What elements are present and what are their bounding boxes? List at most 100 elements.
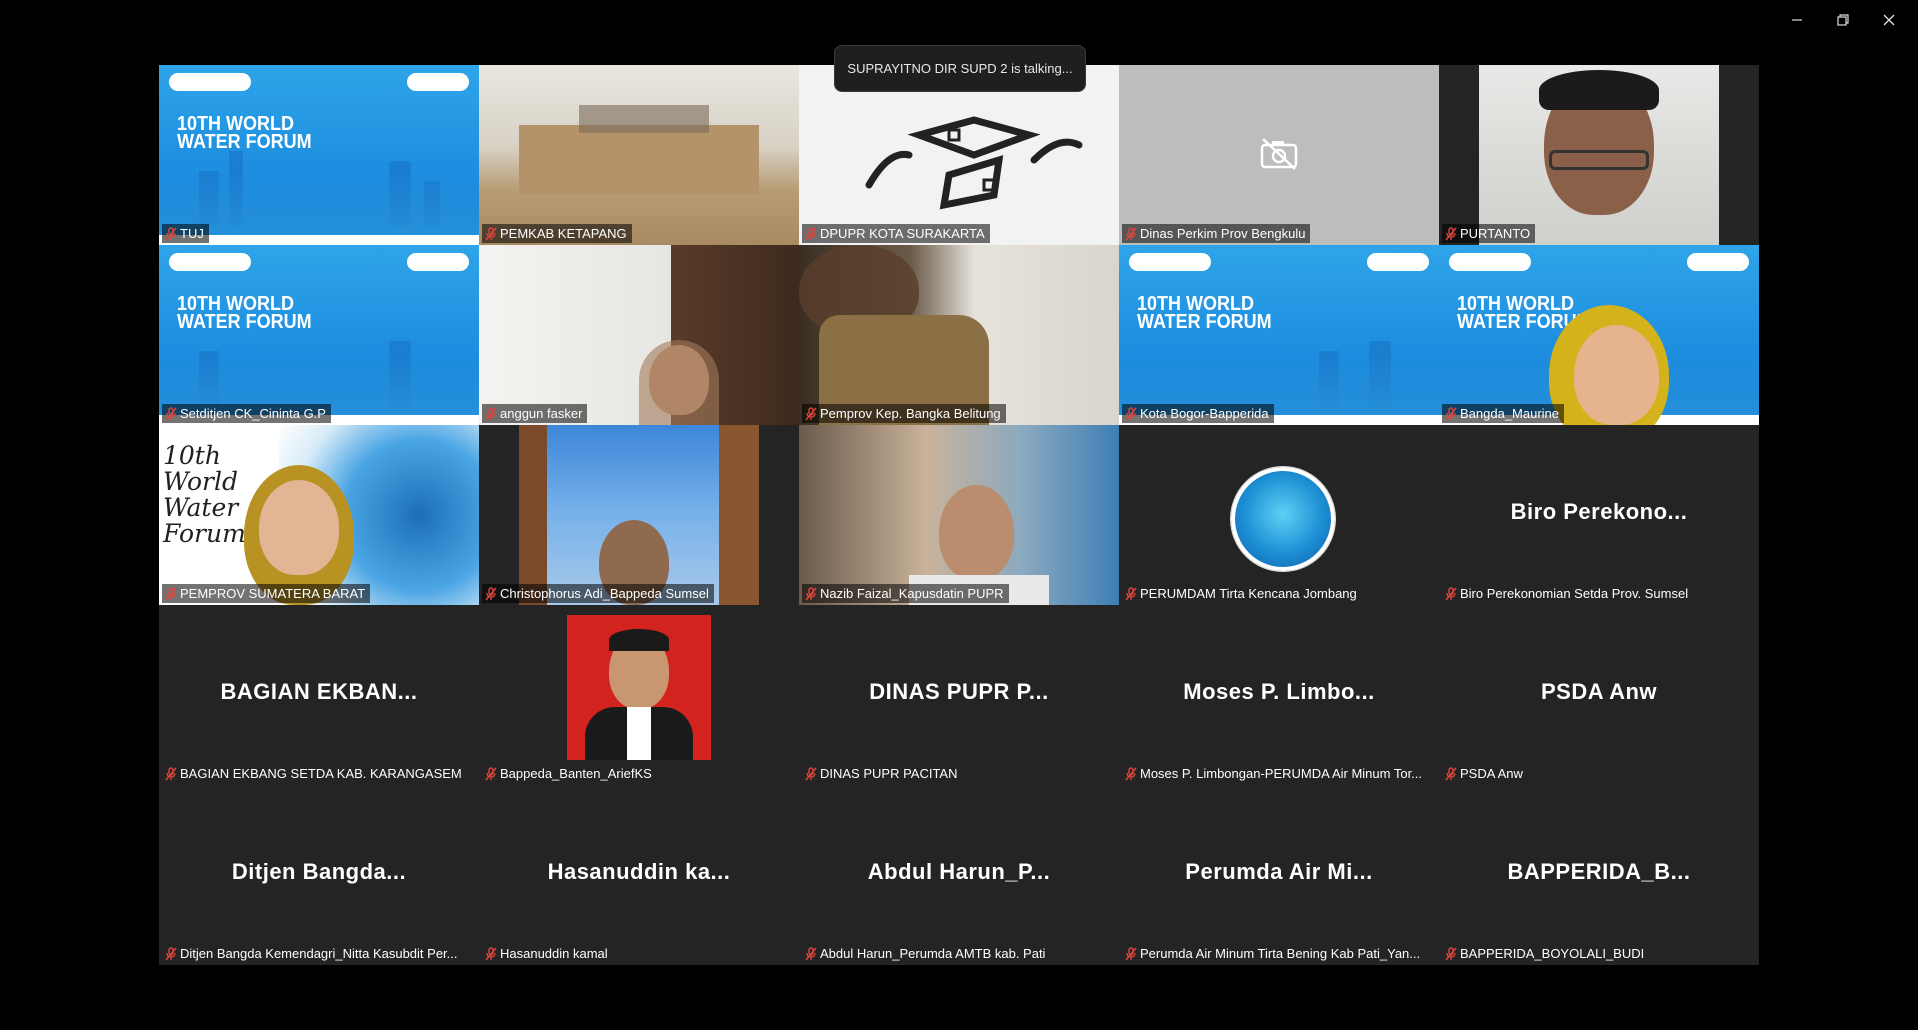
banner-title-2: WATER FORUM: [177, 131, 312, 153]
muted-mic-icon: [805, 226, 817, 241]
participant-tile[interactable]: Moses P. Limbo... Moses P. Limbongan-PER…: [1119, 605, 1439, 785]
muted-mic-icon: [165, 766, 177, 781]
muted-mic-icon: [805, 586, 817, 601]
participant-name-label: DINAS PUPR PACITAN: [802, 764, 962, 783]
participant-tile[interactable]: 10TH WORLD WATER FORUM TUJ: [159, 65, 479, 245]
participant-tile[interactable]: anggun fasker: [479, 245, 799, 425]
participant-tile[interactable]: Hasanuddin ka... Hasanuddin kamal: [479, 785, 799, 965]
participant-name-label: Christophorus Adi_Bappeda Sumsel: [482, 584, 714, 603]
participant-name-label: Bappeda_Banten_AriefKS: [482, 764, 657, 783]
video-gallery: 10TH WORLD WATER FORUM TUJ PEMKAB KETAPAN…: [159, 65, 1759, 965]
participant-name-label: anggun fasker: [482, 404, 588, 423]
participant-tile[interactable]: PERUMDAM Tirta Kencana Jombang: [1119, 425, 1439, 605]
participant-tile[interactable]: 10TH WORLD WATER FORUM Bangda_Maurine: [1439, 245, 1759, 425]
video-feed: [519, 425, 759, 605]
participant-tile[interactable]: Pemprov Kep. Bangka Belitung: [799, 245, 1119, 425]
wwf-banner: 10TH WORLD WATER FORUM: [159, 245, 479, 425]
participant-tile[interactable]: PSDA Anw PSDA Anw: [1439, 605, 1759, 785]
participant-tile[interactable]: Ditjen Bangda... Ditjen Bangda Kemendagr…: [159, 785, 479, 965]
participant-name-label: TUJ: [162, 224, 209, 243]
wwf-banner: 10TH WORLD WATER FORUM: [1119, 245, 1439, 425]
participant-tile[interactable]: 10TH WORLD WATER FORUM Setditjen CK_Cinin…: [159, 245, 479, 425]
muted-mic-icon: [1125, 586, 1137, 601]
participant-name-label: Perumda Air Minum Tirta Bening Kab Pati_…: [1122, 944, 1425, 963]
participant-name-label: Kota Bogor-Bapperida: [1122, 404, 1274, 423]
participant-tile[interactable]: Bappeda_Banten_AriefKS: [479, 605, 799, 785]
participant-display-name: Ditjen Bangda...: [231, 859, 407, 884]
dpupr-logo: [865, 116, 1083, 210]
muted-mic-icon: [485, 406, 497, 421]
muted-mic-icon: [1125, 226, 1137, 241]
muted-mic-icon: [485, 766, 497, 781]
muted-mic-icon: [1125, 406, 1137, 421]
restore-button[interactable]: [1820, 6, 1866, 34]
wwf-banner: 10TH WORLD WATER FORUM: [159, 65, 479, 245]
participant-name-label: Nazib Faizal_Kapusdatin PUPR: [802, 584, 1009, 603]
virtual-bg-text: 10th World Water Forum: [163, 441, 246, 548]
participant-name-label: BAGIAN EKBANG SETDA KAB. KARANGASEM: [162, 764, 467, 783]
participant-name-label: PERUMDAM Tirta Kencana Jombang: [1122, 584, 1362, 603]
participant-display-name: Abdul Harun_P...: [867, 859, 1051, 884]
muted-mic-icon: [165, 586, 177, 601]
participant-tile[interactable]: Abdul Harun_P... Abdul Harun_Perumda AMT…: [799, 785, 1119, 965]
muted-mic-icon: [165, 226, 177, 241]
active-speaker-text: SUPRAYITNO DIR SUPD 2 is talking...: [847, 61, 1073, 76]
participant-display-name: Perumda Air Mi...: [1185, 859, 1373, 884]
participant-tile[interactable]: PURTANTO: [1439, 65, 1759, 245]
active-speaker-toast: SUPRAYITNO DIR SUPD 2 is talking...: [834, 45, 1086, 92]
close-button[interactable]: [1866, 6, 1912, 34]
participant-tile[interactable]: DPUPR KOTA SURAKARTA: [799, 65, 1119, 245]
muted-mic-icon: [485, 946, 497, 961]
participant-display-name: DINAS PUPR P...: [869, 679, 1049, 704]
participant-name-label: Pemprov Kep. Bangka Belitung: [802, 404, 1006, 423]
muted-mic-icon: [1445, 226, 1457, 241]
participant-display-name: Hasanuddin ka...: [547, 859, 731, 884]
participant-tile[interactable]: PEMKAB KETAPANG: [479, 65, 799, 245]
participant-name-label: Hasanuddin kamal: [482, 944, 613, 963]
participant-tile[interactable]: 10TH WORLD WATER FORUM Kota Bogor-Bapperi…: [1119, 245, 1439, 425]
camera-off-icon: [1260, 138, 1298, 170]
participant-name-label: PSDA Anw: [1442, 764, 1528, 783]
muted-mic-icon: [805, 766, 817, 781]
minimize-icon: [1792, 19, 1802, 21]
participant-name-label: Dinas Perkim Prov Bengkulu: [1122, 224, 1311, 243]
muted-mic-icon: [1125, 946, 1137, 961]
participant-tile[interactable]: Biro Perekono... Biro Perekonomian Setda…: [1439, 425, 1759, 605]
participant-display-name: Moses P. Limbo...: [1183, 679, 1375, 704]
participant-name-label: Biro Perekonomian Setda Prov. Sumsel: [1442, 584, 1693, 603]
participant-name-label: Abdul Harun_Perumda AMTB kab. Pati: [802, 944, 1050, 963]
participant-tile[interactable]: Christophorus Adi_Bappeda Sumsel: [479, 425, 799, 605]
participant-name-label: DPUPR KOTA SURAKARTA: [802, 224, 990, 243]
muted-mic-icon: [165, 406, 177, 421]
participant-name-label: BAPPERIDA_BOYOLALI_BUDI: [1442, 944, 1649, 963]
participant-name-label: Moses P. Limbongan-PERUMDA Air Minum Tor…: [1122, 764, 1427, 783]
participant-display-name: Biro Perekono...: [1510, 499, 1688, 524]
participant-tile[interactable]: DINAS PUPR P... DINAS PUPR PACITAN: [799, 605, 1119, 785]
window-controls: [1774, 6, 1912, 34]
muted-mic-icon: [1125, 766, 1137, 781]
profile-photo: [567, 615, 711, 760]
participant-name-label: Ditjen Bangda Kemendagri_Nitta Kasubdit …: [162, 944, 463, 963]
minimize-button[interactable]: [1774, 6, 1820, 34]
participant-tile[interactable]: 10th World Water Forum PEMPROV SUMATERA …: [159, 425, 479, 605]
muted-mic-icon: [805, 406, 817, 421]
participant-tile[interactable]: BAPPERIDA_B... BAPPERIDA_BOYOLALI_BUDI: [1439, 785, 1759, 965]
muted-mic-icon: [805, 946, 817, 961]
participant-tile[interactable]: Perumda Air Mi... Perumda Air Minum Tirt…: [1119, 785, 1439, 965]
conference-table: [519, 125, 759, 195]
participant-display-name: BAPPERIDA_B...: [1507, 859, 1691, 884]
participant-name-label: PURTANTO: [1442, 224, 1536, 243]
muted-mic-icon: [165, 946, 177, 961]
participant-display-name: BAGIAN EKBAN...: [220, 679, 418, 704]
participant-name-label: Setditjen CK_Cininta G.P: [162, 404, 331, 423]
video-feed: [1479, 65, 1719, 245]
close-icon: [1883, 14, 1895, 26]
participant-tile[interactable]: BAGIAN EKBAN... BAGIAN EKBANG SETDA KAB.…: [159, 605, 479, 785]
participant-name-label: PEMKAB KETAPANG: [482, 224, 632, 243]
participant-tile[interactable]: Nazib Faizal_Kapusdatin PUPR: [799, 425, 1119, 605]
participant-name-label: Bangda_Maurine: [1442, 404, 1565, 423]
muted-mic-icon: [1445, 766, 1457, 781]
restore-icon: [1837, 14, 1849, 26]
participant-tile[interactable]: Dinas Perkim Prov Bengkulu: [1119, 65, 1439, 245]
participant-name-label: PEMPROV SUMATERA BARAT: [162, 584, 371, 603]
